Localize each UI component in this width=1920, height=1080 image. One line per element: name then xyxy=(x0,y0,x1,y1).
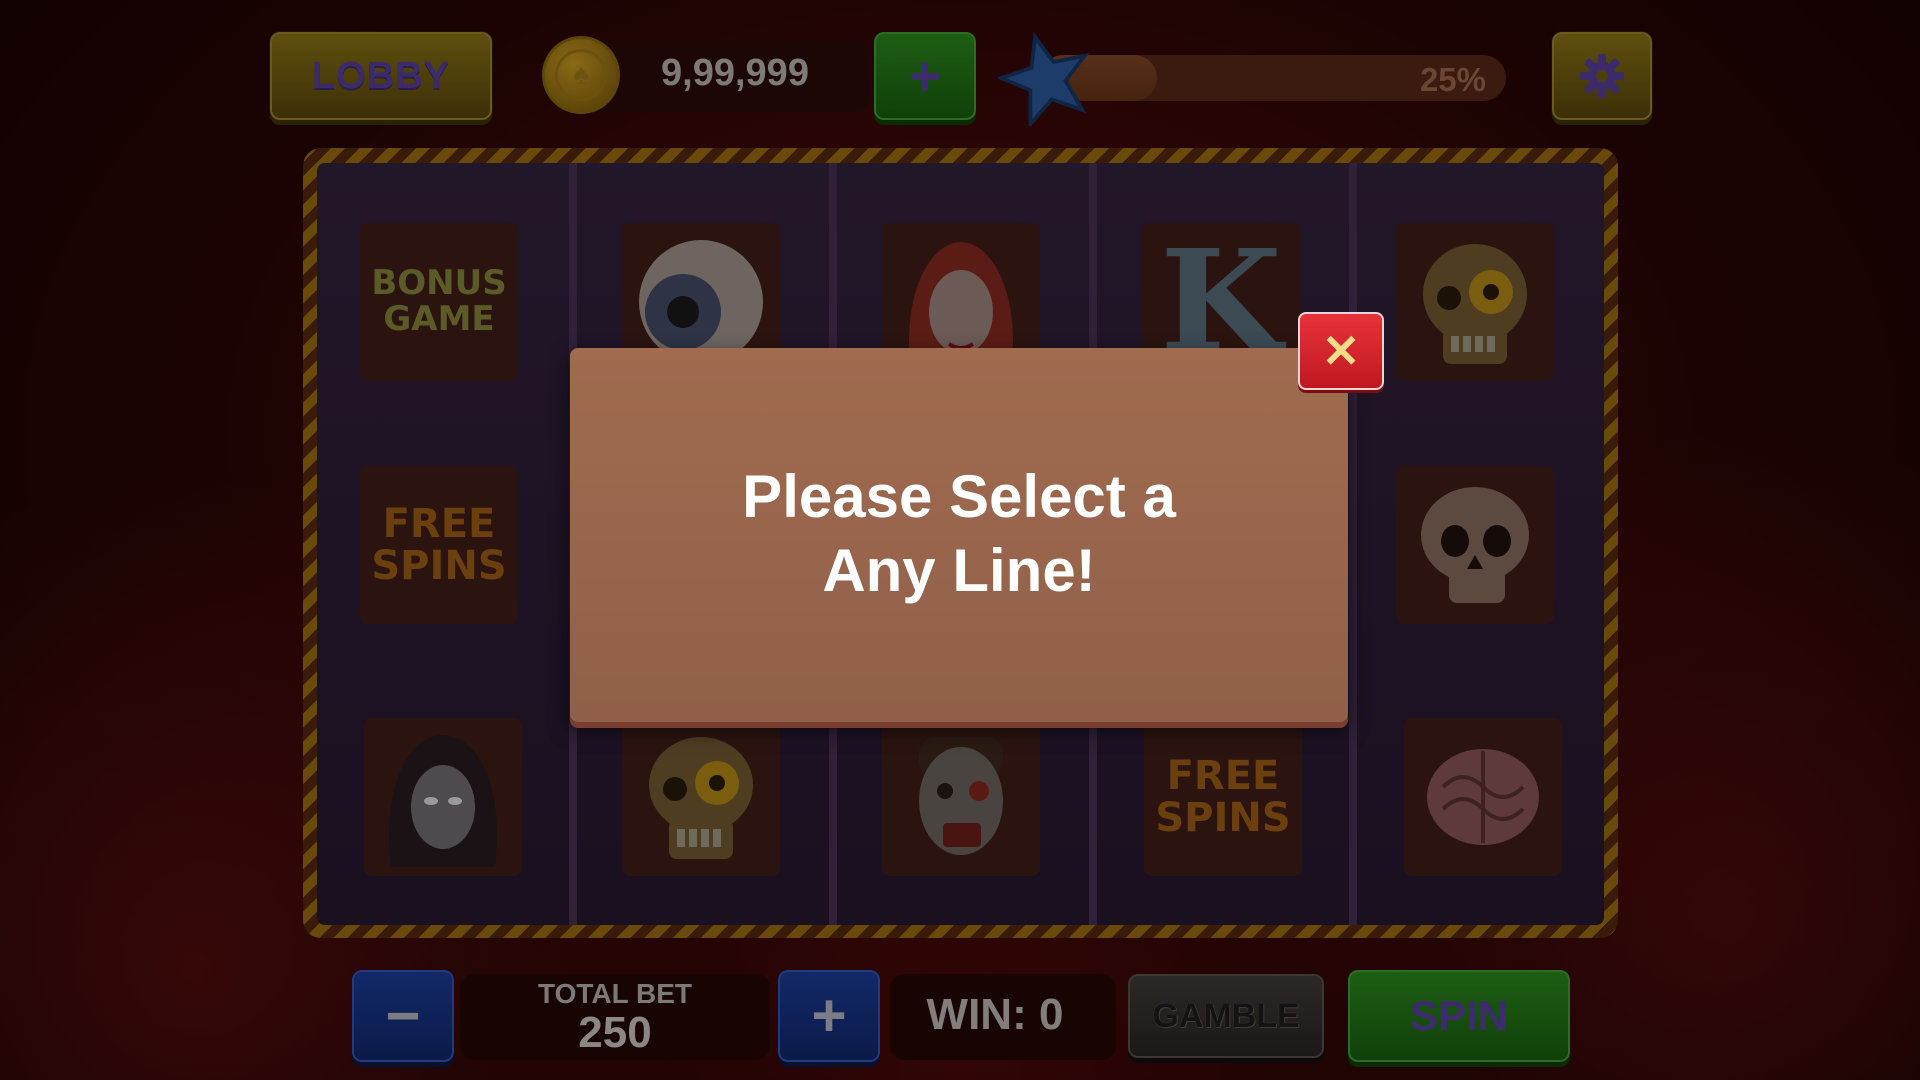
dialog-message-line-1: Please Select a xyxy=(742,463,1176,530)
increase-bet-button[interactable]: + xyxy=(778,970,880,1062)
brain-symbol xyxy=(1404,718,1562,876)
bonus-game-symbol: BONUS GAME xyxy=(360,223,518,381)
close-icon: ✕ xyxy=(1321,325,1361,377)
spin-label: SPIN xyxy=(1409,992,1509,1039)
zombie-skull-symbol xyxy=(1396,223,1554,381)
skull-icon xyxy=(1421,487,1529,603)
select-line-dialog: Please Select a Any Line! xyxy=(570,348,1348,722)
gamble-label: GAMBLE xyxy=(1152,996,1300,1035)
free-spins-text: FREE SPINS xyxy=(1155,753,1291,841)
zombie-face-symbol xyxy=(882,718,1040,876)
xp-progress-bar: 25% xyxy=(1040,55,1506,101)
plus-icon: + xyxy=(908,44,942,107)
plus-icon: + xyxy=(811,982,847,1049)
star-icon xyxy=(998,32,1090,126)
free-spins-symbol: FREE SPINS xyxy=(1144,718,1302,876)
zombie-skull-icon xyxy=(1423,244,1527,364)
coin-icon: ♠ xyxy=(542,36,620,114)
gear-icon xyxy=(1580,54,1624,98)
dialog-message-line-2: Any Line! xyxy=(822,537,1096,604)
xp-percent: 25% xyxy=(1419,61,1486,98)
lobby-label: LOBBY xyxy=(312,54,450,97)
add-coins-button[interactable]: + xyxy=(874,32,976,120)
zombie-skull-symbol xyxy=(622,718,780,876)
brain-icon xyxy=(1427,749,1539,845)
decrease-bet-button[interactable]: − xyxy=(352,970,454,1062)
close-dialog-button[interactable]: ✕ xyxy=(1298,312,1384,390)
win-amount: WIN: 0 xyxy=(926,990,1064,1039)
vampire-girl-icon xyxy=(389,735,497,867)
lobby-button[interactable]: LOBBY xyxy=(270,32,492,120)
zombie-face-icon xyxy=(919,737,1003,855)
settings-button[interactable] xyxy=(1552,32,1652,120)
bonus-game-text: BONUS GAME xyxy=(371,263,507,339)
free-spins-text: FREE SPINS xyxy=(371,501,507,589)
gamble-button[interactable]: GAMBLE xyxy=(1128,974,1324,1058)
total-bet-value: 250 xyxy=(578,1008,652,1057)
coin-balance: 9,99,999 xyxy=(661,52,809,94)
minus-icon: − xyxy=(385,982,421,1049)
zombie-skull-icon xyxy=(649,737,753,859)
skull-symbol xyxy=(1396,466,1554,624)
spin-button[interactable]: SPIN xyxy=(1348,970,1570,1062)
vampire-girl-symbol xyxy=(364,718,522,876)
total-bet-label: TOTAL BET xyxy=(538,978,692,1009)
free-spins-symbol: FREE SPINS xyxy=(360,466,518,624)
reel-divider xyxy=(1349,163,1357,925)
dialog-message: Please Select a Any Line! xyxy=(570,460,1348,608)
